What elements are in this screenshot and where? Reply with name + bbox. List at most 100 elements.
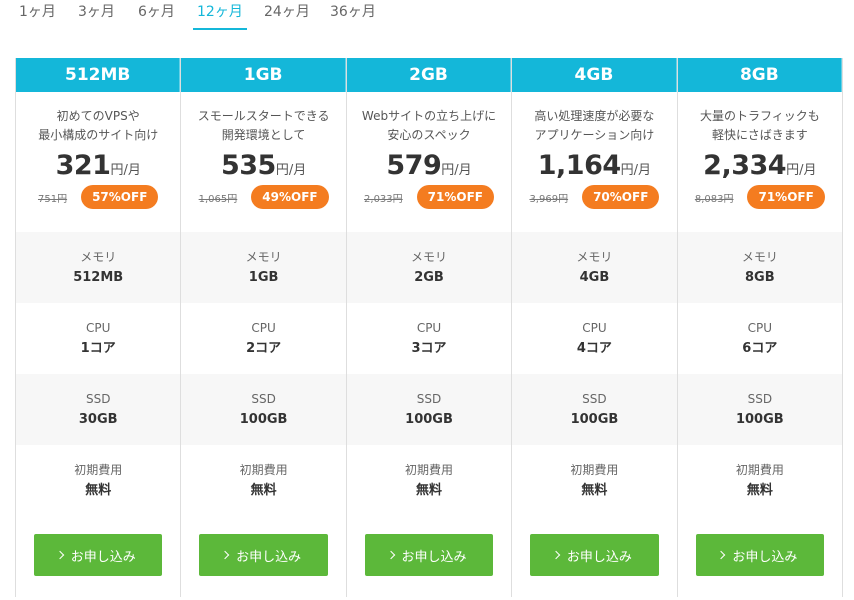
plan-name: 512MB <box>16 58 181 92</box>
monthly-price: 579 <box>386 150 442 181</box>
discount-badge: 71%OFF <box>416 185 494 209</box>
apply-button[interactable]: お申し込み <box>695 534 825 576</box>
tab-24-months[interactable]: 24ヶ月 <box>264 0 310 30</box>
plan-column-4gb: 4GB 高い処理速度が必要な アプリケーション向け 1,164円/月 3,969… <box>512 58 678 600</box>
cta-area: お申し込み <box>16 516 181 600</box>
spec-label: CPU <box>747 321 773 335</box>
discount-row: 3,969円 70%OFF <box>512 185 676 209</box>
apply-button-label: お申し込み <box>236 549 302 565</box>
spec-cpu: CPU 3コア <box>346 303 512 374</box>
regular-price: 3,969円 <box>529 193 569 205</box>
apply-button-label: お申し込み <box>70 549 136 565</box>
spec-label: CPU <box>86 321 111 335</box>
regular-price: 2,033円 <box>364 193 403 205</box>
plan-name: 2GB <box>346 58 512 92</box>
spec-cpu: CPU 1コア <box>16 303 181 374</box>
spec-label: 初期費用 <box>74 463 123 477</box>
tab-1-month[interactable]: 1ヶ月 <box>19 0 56 30</box>
plan-name: 1GB <box>181 58 346 92</box>
spec-value: 100GB <box>239 412 288 427</box>
spec-value: 4GB <box>579 270 610 285</box>
apply-button-label: お申し込み <box>732 549 798 565</box>
spec-value: 100GB <box>405 412 453 427</box>
cta-area: お申し込み <box>677 516 843 600</box>
price-line: 2,334円/月 <box>678 151 842 181</box>
spec-value: 無料 <box>85 483 112 498</box>
price-line: 321円/月 <box>16 151 180 181</box>
spec-value: 512MB <box>73 270 124 285</box>
spec-value: 無料 <box>581 483 608 498</box>
spec-label: SSD <box>416 392 442 406</box>
spec-value: 100GB <box>735 412 784 427</box>
spec-setup-fee: 初期費用 無料 <box>346 445 512 516</box>
discount-row: 1,065円 49%OFF <box>181 185 345 209</box>
spec-memory: メモリ 2GB <box>346 232 512 303</box>
spec-value: 30GB <box>78 412 118 427</box>
plan-name: 8GB <box>677 58 843 92</box>
apply-button[interactable]: お申し込み <box>530 534 659 576</box>
spec-label: 初期費用 <box>570 463 619 477</box>
monthly-price: 2,334 <box>703 150 787 181</box>
spec-label: メモリ <box>245 250 282 264</box>
plan-summary: 初めてのVPSや 最小構成のサイト向け 321円/月 751円 57%OFF <box>16 92 181 232</box>
spec-label: CPU <box>582 321 607 335</box>
plan-description-line2: アプリケーション向け <box>534 128 655 142</box>
price-line: 1,164円/月 <box>512 151 676 181</box>
spec-value: 8GB <box>745 270 775 285</box>
discount-badge: 71%OFF <box>747 185 825 209</box>
spec-memory: メモリ 512MB <box>16 232 181 303</box>
billing-period-tabs: 1ヶ月 3ヶ月 6ヶ月 12ヶ月 24ヶ月 36ヶ月 <box>0 0 854 32</box>
apply-button[interactable]: お申し込み <box>364 534 494 576</box>
spec-cpu: CPU 2コア <box>181 303 346 374</box>
spec-label: SSD <box>85 392 111 406</box>
spec-value: 無料 <box>250 483 277 498</box>
plan-description-line1: 大量のトラフィックも <box>699 109 820 123</box>
tab-12-months[interactable]: 12ヶ月 <box>193 0 247 30</box>
monthly-price: 1,164 <box>537 150 621 181</box>
cta-area: お申し込み <box>512 516 677 600</box>
tab-6-months[interactable]: 6ヶ月 <box>138 0 175 30</box>
discount-row: 751円 57%OFF <box>16 185 180 209</box>
spec-setup-fee: 初期費用 無料 <box>181 445 346 516</box>
regular-price: 751円 <box>37 193 68 205</box>
monthly-price: 321 <box>55 150 111 181</box>
plan-description-line1: Webサイトの立ち上げに <box>361 109 497 123</box>
apply-button[interactable]: お申し込み <box>34 534 163 576</box>
spec-label: メモリ <box>741 250 778 264</box>
discount-badge: 57%OFF <box>81 185 159 209</box>
spec-value: 1コア <box>80 341 116 356</box>
spec-value: 100GB <box>570 412 619 427</box>
spec-ssd: SSD 100GB <box>181 374 346 445</box>
plan-description-line1: スモールスタートできる <box>197 109 330 123</box>
spec-value: 2コア <box>246 341 282 356</box>
apply-button-label: お申し込み <box>401 549 467 565</box>
spec-label: メモリ <box>80 250 117 264</box>
plan-description-line2: 最小構成のサイト向け <box>38 128 159 142</box>
spec-memory: メモリ 8GB <box>677 232 843 303</box>
price-unit: 円/月 <box>110 163 141 178</box>
plan-description-line2: 軽快にさばきます <box>711 128 808 142</box>
spec-label: SSD <box>582 392 607 406</box>
spec-ssd: SSD 30GB <box>16 374 181 445</box>
spec-label: SSD <box>251 392 276 406</box>
apply-button[interactable]: お申し込み <box>199 534 328 576</box>
discount-row: 8,083円 71%OFF <box>678 185 842 209</box>
spec-value: 6コア <box>742 341 778 356</box>
cta-area: お申し込み <box>346 516 512 600</box>
spec-memory: メモリ 4GB <box>512 232 677 303</box>
spec-label: CPU <box>416 321 442 335</box>
spec-label: 初期費用 <box>239 463 288 477</box>
plan-summary: 高い処理速度が必要な アプリケーション向け 1,164円/月 3,969円 70… <box>512 92 677 232</box>
monthly-price: 535 <box>220 150 276 181</box>
spec-label: CPU <box>251 321 276 335</box>
price-unit: 円/月 <box>441 163 472 178</box>
plan-description-line2: 開発環境として <box>221 128 306 142</box>
spec-label: 初期費用 <box>735 463 784 477</box>
tab-36-months[interactable]: 36ヶ月 <box>330 0 376 30</box>
spec-cpu: CPU 6コア <box>677 303 843 374</box>
spec-label: 初期費用 <box>405 463 454 477</box>
discount-row: 2,033円 71%OFF <box>347 185 511 209</box>
apply-button-label: お申し込み <box>566 549 632 565</box>
spec-setup-fee: 初期費用 無料 <box>677 445 843 516</box>
tab-3-months[interactable]: 3ヶ月 <box>78 0 115 30</box>
